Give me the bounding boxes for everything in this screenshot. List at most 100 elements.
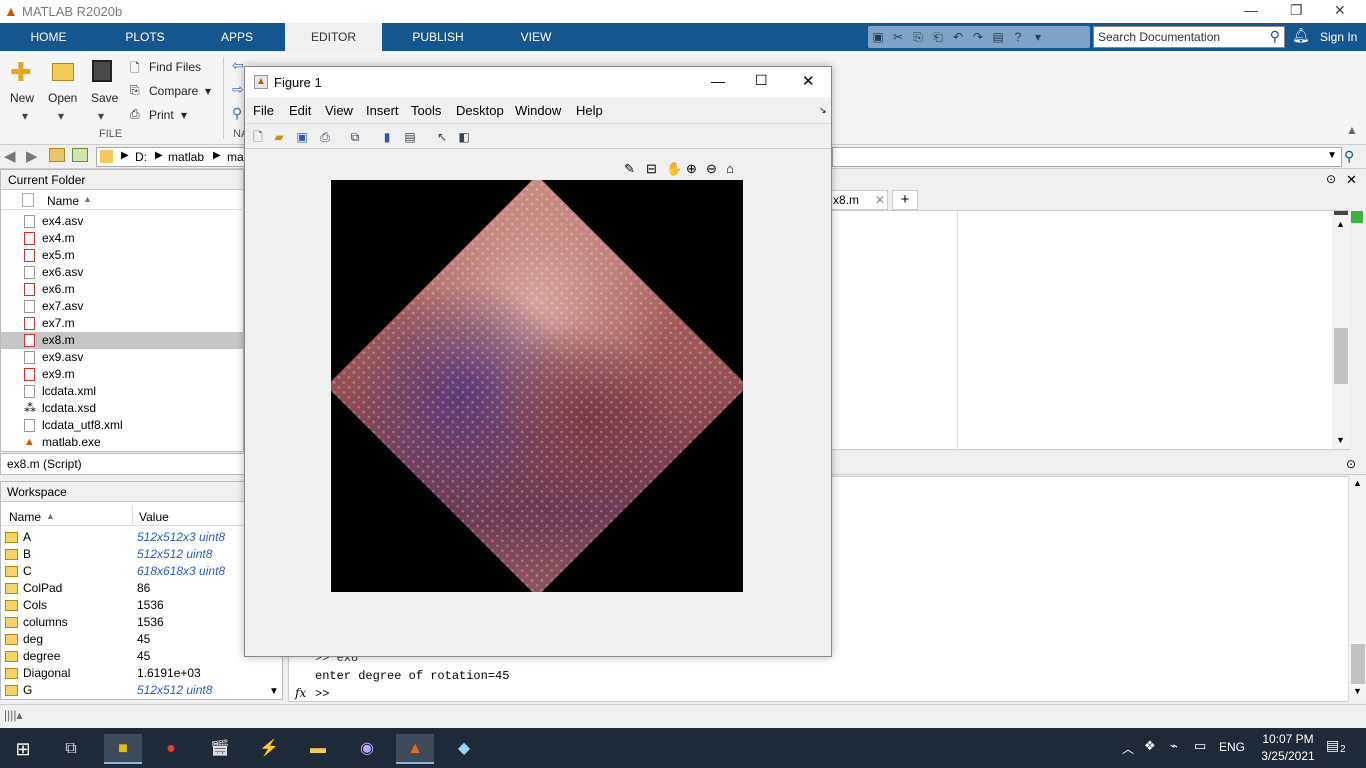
column-header[interactable]: Name ▲ [1, 190, 245, 210]
forward-icon[interactable]: ▶ [26, 147, 38, 165]
menu-file[interactable]: File [253, 103, 274, 118]
redo-icon[interactable]: ↷ [969, 28, 987, 46]
windows-start-icon[interactable]: ⊞ [4, 734, 42, 764]
image-axes[interactable] [331, 180, 743, 592]
file-row[interactable]: ▲ matlab.exe [1, 434, 245, 451]
battery-icon[interactable]: ▭ [1194, 738, 1206, 754]
find-files-button[interactable]: Find Files [149, 60, 201, 74]
file-row[interactable]: ex5.m [1, 247, 245, 264]
file-row[interactable]: ex6.m [1, 281, 245, 298]
chevron-down-icon[interactable]: ▾ [205, 84, 211, 98]
value-column-header[interactable]: Value [139, 510, 169, 524]
up-folder-icon[interactable] [49, 148, 65, 162]
workspace-row[interactable]: C 618x618x3 uint8 [1, 563, 271, 580]
scroll-up-icon[interactable]: ▲ [1353, 478, 1362, 488]
save-icon[interactable]: ▣ [869, 28, 887, 46]
file-row[interactable]: ex4.m [1, 230, 245, 247]
scroll-thumb[interactable] [1334, 328, 1348, 384]
search-folder-icon[interactable]: ⚲ [1344, 148, 1354, 165]
zoom-out-icon[interactable]: ⊖ [706, 161, 717, 177]
print-figure-icon[interactable]: ⎙ [316, 128, 334, 146]
forward-arrow-icon[interactable]: ⇨ [232, 81, 244, 98]
menu-tools[interactable]: Tools [411, 103, 441, 118]
workspace-row[interactable]: B 512x512 uint8 [1, 546, 271, 563]
close-icon[interactable]: ✕ [1334, 2, 1346, 19]
fx-icon[interactable]: fx [295, 686, 306, 700]
file-row[interactable]: ex8.m [1, 332, 245, 349]
dock-arrow-icon[interactable]: ↘ [819, 105, 827, 116]
app-icon[interactable]: ◆ [445, 734, 483, 764]
name-column-header[interactable]: Name [9, 510, 41, 524]
compare-button[interactable]: Compare [149, 84, 198, 98]
home-icon[interactable]: ⌂ [726, 161, 734, 176]
property-inspector-icon[interactable]: ◧ [455, 128, 473, 146]
add-tab-button[interactable]: + [892, 190, 918, 210]
zoom-in-icon[interactable]: ⊕ [686, 161, 697, 177]
chevron-down-icon[interactable]: ▾ [1029, 28, 1047, 46]
workspace-row[interactable]: columns 1536 [1, 614, 271, 631]
pan-hand-icon[interactable]: ✋ [666, 161, 682, 177]
collapse-ribbon-icon[interactable]: ▲ [1346, 123, 1358, 137]
workspace-row[interactable]: Cols 1536 [1, 597, 271, 614]
workspace-row[interactable]: deg 45 [1, 631, 271, 648]
scrollbar[interactable]: ▲ ▼ [1332, 211, 1350, 449]
new-button[interactable]: New [10, 91, 34, 105]
close-tab-icon[interactable]: ✕ [875, 193, 885, 207]
tab-home[interactable]: HOME [0, 23, 97, 51]
back-arrow-icon[interactable]: ⇦ [232, 57, 244, 74]
tab-view[interactable]: VIEW [490, 23, 582, 51]
workspace-row[interactable]: Diagonal 1.6191e+03 [1, 665, 271, 682]
open-button[interactable]: Open [48, 91, 77, 105]
close-icon[interactable]: ✕ [802, 72, 815, 90]
file-row[interactable]: ex9.m [1, 366, 245, 383]
flash-icon[interactable]: ⚡ [250, 734, 288, 764]
path-breadcrumb[interactable]: ▶ D: ▶ matlab ▶ ma [96, 147, 246, 167]
panel-options-icon[interactable]: ⊙ [1346, 457, 1356, 471]
bell-icon[interactable]: 🔔︎ [1292, 27, 1310, 44]
scroll-up-icon[interactable]: ▲ [1336, 219, 1345, 229]
file-row[interactable]: ex9.asv [1, 349, 245, 366]
file-row[interactable]: ex4.asv [1, 213, 245, 230]
save-icon[interactable] [92, 60, 112, 82]
menu-edit[interactable]: Edit [289, 103, 311, 118]
file-row[interactable]: ex7.asv [1, 298, 245, 315]
save-figure-icon[interactable]: ▣ [293, 128, 311, 146]
export-icon[interactable]: ✎ [624, 161, 635, 177]
scroll-down-icon[interactable]: ▼ [1336, 435, 1345, 445]
new-icon[interactable]: ✚ [10, 59, 32, 85]
file-row[interactable]: ex7.m [1, 315, 245, 332]
close-icon[interactable]: ✕ [1346, 172, 1357, 188]
search-icon[interactable]: ⚲ [1270, 28, 1280, 45]
open-file-icon[interactable]: ▰ [270, 128, 288, 146]
path-drive[interactable]: D: [135, 150, 147, 164]
brush-icon[interactable]: ⊟ [646, 161, 657, 177]
notifications-icon[interactable]: ▤ [1326, 737, 1339, 754]
sign-in-link[interactable]: Sign In [1320, 30, 1357, 44]
command-prompt[interactable]: >> [315, 687, 329, 701]
insert-colorbar-icon[interactable]: ▮ [378, 128, 396, 146]
chevron-down-icon[interactable]: ▾ [98, 109, 104, 123]
show-hidden-icons[interactable]: ︿ [1122, 740, 1134, 757]
file-row[interactable]: ex6.asv [1, 264, 245, 281]
path-breadcrumb-overflow[interactable]: ▼ [832, 147, 1342, 167]
chevron-down-icon[interactable]: ▾ [22, 109, 28, 123]
status-grip-icon[interactable]: ||||▴ [4, 708, 23, 722]
path-subfolder[interactable]: ma [227, 150, 244, 164]
system-clock[interactable]: 10:07 PM 3/25/2021 [1256, 731, 1320, 765]
name-column-header[interactable]: Name [47, 194, 79, 208]
tab-ex8[interactable]: x8.m ✕ [830, 190, 888, 210]
file-row[interactable]: ⁂ lcdata.xsd [1, 400, 245, 417]
menu-window[interactable]: Window [515, 103, 561, 118]
menu-desktop[interactable]: Desktop [456, 103, 504, 118]
file-row[interactable]: lcdata.xml [1, 383, 245, 400]
save-button[interactable]: Save [91, 91, 118, 105]
editor-pane[interactable]: ▲ ▼ [830, 210, 1350, 450]
tab-publish[interactable]: PUBLISH [392, 23, 484, 51]
edit-plot-arrow-icon[interactable]: ↖ [433, 128, 451, 146]
chevron-down-icon[interactable]: ▼ [1327, 150, 1337, 161]
task-view-icon[interactable]: ⧉ [52, 734, 90, 764]
switch-windows-icon[interactable]: ▤ [989, 28, 1007, 46]
file-row[interactable]: lcdata_utf8.xml [1, 417, 245, 434]
chevron-down-icon[interactable]: ▾ [58, 109, 64, 123]
print-button[interactable]: Print [149, 108, 174, 122]
